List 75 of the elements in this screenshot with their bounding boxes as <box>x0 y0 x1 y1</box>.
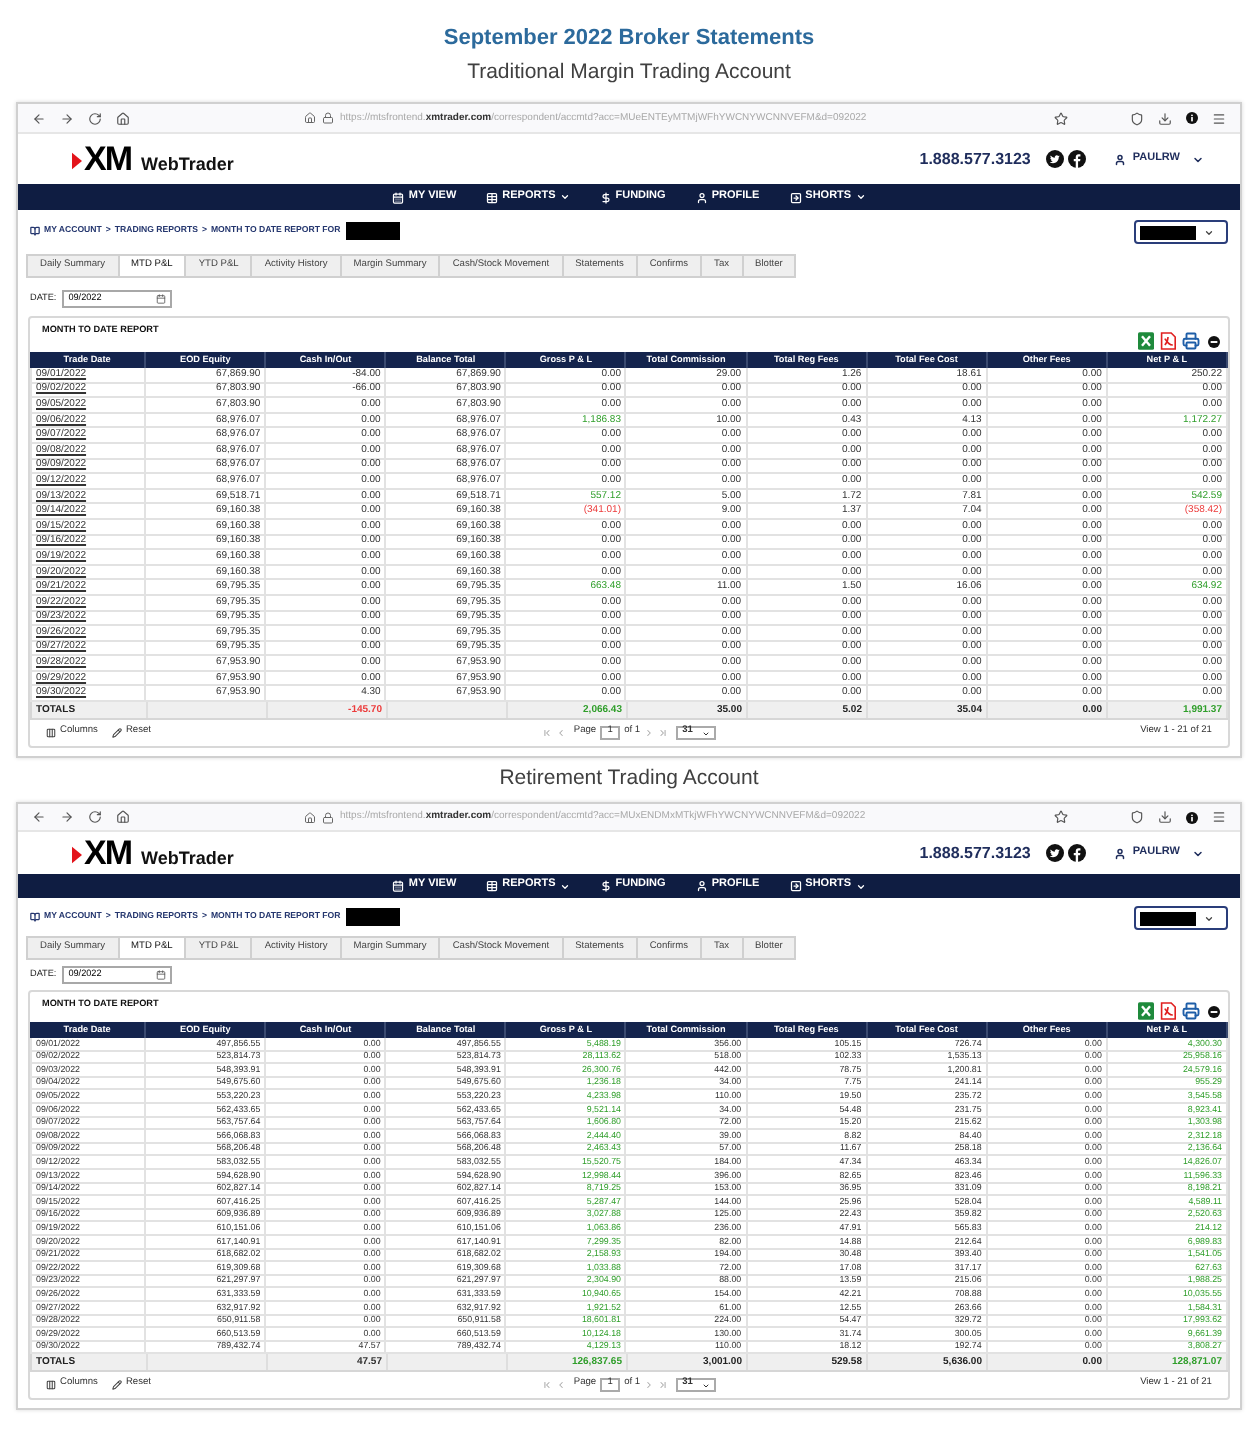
user-icon <box>695 191 708 203</box>
pencil-icon <box>111 728 122 739</box>
caret-icon <box>1192 847 1204 860</box>
f-logo-icon[interactable] <box>1068 150 1087 168</box>
bird-icon[interactable] <box>1046 844 1065 863</box>
calendar-icon <box>392 191 405 203</box>
pencil-icon <box>111 1380 122 1391</box>
forward-icon[interactable] <box>60 111 74 125</box>
page-heading: September 2022 Broker Statements <box>443 24 815 52</box>
table-icon <box>486 880 499 893</box>
house-icon <box>304 811 316 824</box>
forward-icon[interactable] <box>60 810 74 825</box>
printer-icon[interactable] <box>1182 1002 1200 1021</box>
back-icon[interactable] <box>32 111 46 125</box>
redaction-block <box>346 222 401 240</box>
book-icon <box>30 912 40 923</box>
pdf-icon[interactable] <box>1160 1002 1176 1021</box>
printer-icon[interactable] <box>1182 332 1200 350</box>
logo-mark: XM <box>84 142 131 176</box>
table-icon <box>486 191 499 203</box>
reload-icon[interactable] <box>88 111 102 125</box>
home-icon[interactable] <box>116 111 130 125</box>
user-icon <box>1114 847 1127 860</box>
spreadsheet-icon[interactable] <box>1138 1002 1154 1021</box>
logo-product: WebTrader <box>141 156 234 174</box>
menu-icon[interactable] <box>1212 810 1226 825</box>
columns-icon <box>46 728 56 739</box>
redaction-block <box>346 908 401 927</box>
pdf-icon[interactable] <box>1160 332 1176 350</box>
calendar-icon <box>392 880 405 893</box>
account-select[interactable] <box>1134 220 1228 244</box>
triangle-icon <box>72 152 82 170</box>
download-icon[interactable] <box>1158 111 1172 125</box>
bird-icon[interactable] <box>1046 150 1065 168</box>
caret-icon <box>1204 913 1214 924</box>
minus-circle-icon[interactable] <box>1208 335 1220 347</box>
caret-icon <box>1192 153 1204 165</box>
account-caption: Traditional Margin Trading Account <box>467 60 791 86</box>
house-icon <box>304 112 316 124</box>
shield-icon[interactable] <box>1130 111 1144 125</box>
back-icon[interactable] <box>32 810 46 825</box>
info-icon[interactable] <box>1186 112 1198 124</box>
caret-icon <box>1204 227 1214 237</box>
account-caption: Retirement Trading Account <box>499 766 759 793</box>
arrow-box-icon <box>789 880 802 893</box>
logo-mark: XM <box>84 836 131 871</box>
minus-circle-icon[interactable] <box>1208 1005 1220 1018</box>
phone-number: 1.888.577.3123 <box>919 151 1031 167</box>
lock-icon <box>322 112 334 124</box>
shield-icon[interactable] <box>1130 810 1144 825</box>
reload-icon[interactable] <box>88 810 102 825</box>
book-icon <box>30 226 40 236</box>
calendar-icon[interactable] <box>156 970 167 981</box>
f-logo-icon[interactable] <box>1068 844 1087 863</box>
spreadsheet-icon[interactable] <box>1138 332 1154 350</box>
phone-number: 1.888.577.3123 <box>919 845 1031 862</box>
arrow-box-icon <box>789 191 802 203</box>
download-icon[interactable] <box>1158 810 1172 825</box>
redaction-block <box>1140 225 1196 239</box>
calendar-icon[interactable] <box>156 294 167 304</box>
star-icon[interactable] <box>1054 810 1068 825</box>
redaction-block <box>1140 911 1196 926</box>
account-select[interactable] <box>1134 906 1228 931</box>
star-icon[interactable] <box>1054 111 1068 125</box>
user-icon <box>1114 153 1127 165</box>
info-icon[interactable] <box>1186 811 1198 824</box>
logo-product: WebTrader <box>141 850 234 869</box>
dollar-icon <box>599 880 612 893</box>
user-icon <box>695 880 708 893</box>
triangle-icon <box>72 846 82 865</box>
menu-icon[interactable] <box>1212 111 1226 125</box>
home-icon[interactable] <box>116 810 130 825</box>
dollar-icon <box>599 191 612 203</box>
columns-icon <box>46 1380 56 1391</box>
lock-icon <box>322 811 334 824</box>
